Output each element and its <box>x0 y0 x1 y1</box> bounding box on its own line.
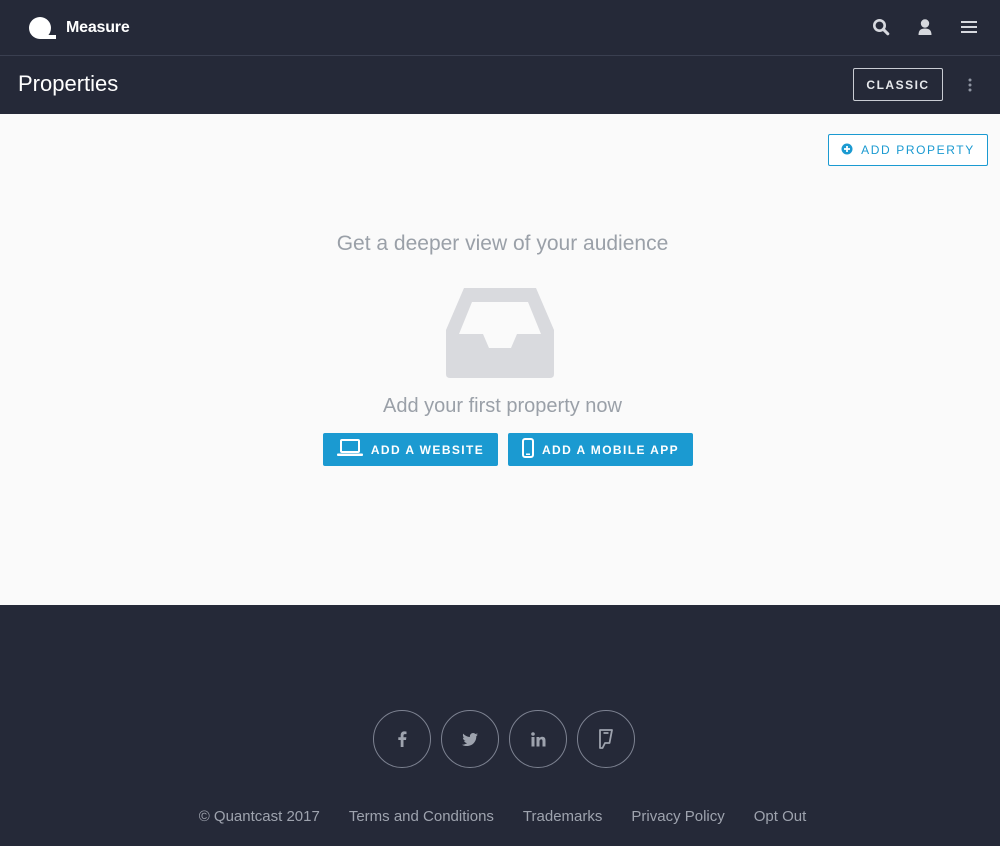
brand[interactable]: Measure <box>28 14 130 42</box>
search-icon[interactable] <box>870 16 892 38</box>
trademarks-link[interactable]: Trademarks <box>523 808 602 825</box>
add-website-label: ADD A WEBSITE <box>370 442 485 457</box>
linkedin-icon[interactable] <box>509 710 567 768</box>
footer-links: © Quantcast 2017 Terms and Conditions Tr… <box>0 808 1000 825</box>
header-icons <box>870 16 980 38</box>
facebook-icon[interactable] <box>373 710 431 768</box>
footer: © Quantcast 2017 Terms and Conditions Tr… <box>0 605 1000 846</box>
top-navigation-bar: Measure <box>0 0 1000 56</box>
add-mobile-app-button[interactable]: ADD A MOBILE APP <box>508 433 693 466</box>
cta-row: ADD A WEBSITE ADD A MOBILE APP <box>323 433 693 466</box>
foursquare-icon[interactable] <box>577 710 635 768</box>
empty-state-headline: Get a deeper view of your audience <box>336 232 669 255</box>
add-property-label: ADD PROPERTY <box>861 143 975 157</box>
main-content: ADD PROPERTY Get a deeper view of your a… <box>0 114 1000 605</box>
brand-name: Measure <box>66 19 130 36</box>
twitter-icon[interactable] <box>441 710 499 768</box>
user-icon[interactable] <box>914 16 936 38</box>
laptop-icon <box>336 439 363 460</box>
add-website-button[interactable]: ADD A WEBSITE <box>323 433 498 466</box>
inbox-icon <box>446 288 554 378</box>
more-options-icon[interactable] <box>960 74 980 96</box>
social-links <box>373 710 635 768</box>
terms-link[interactable]: Terms and Conditions <box>349 808 494 825</box>
plus-circle-icon <box>841 143 853 158</box>
empty-state-subline: Add your first property now <box>383 395 622 417</box>
quantcast-logo-icon <box>28 16 56 40</box>
add-property-button[interactable]: ADD PROPERTY <box>828 134 988 166</box>
menu-icon[interactable] <box>958 16 980 38</box>
mobile-phone-icon <box>521 438 534 461</box>
classic-button[interactable]: CLASSIC <box>853 68 943 101</box>
title-bar: Properties CLASSIC <box>0 57 1000 114</box>
privacy-policy-link[interactable]: Privacy Policy <box>631 808 724 825</box>
add-mobile-app-label: ADD A MOBILE APP <box>541 442 680 457</box>
page-title: Properties <box>18 71 119 96</box>
copyright-text: © Quantcast 2017 <box>198 808 320 825</box>
opt-out-link[interactable]: Opt Out <box>754 808 807 825</box>
